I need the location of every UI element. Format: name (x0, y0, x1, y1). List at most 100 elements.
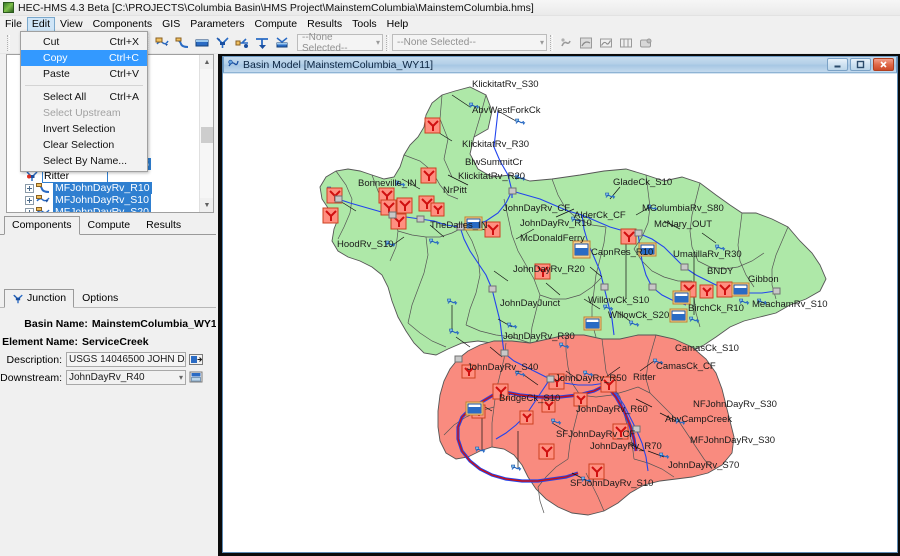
map-label: KlickitatRv_R30 (462, 139, 529, 150)
map-label: CamasCk_S10 (675, 343, 739, 354)
tab-components[interactable]: Components (4, 216, 80, 235)
minimize-button[interactable] (827, 58, 848, 71)
map-label: McDonaldFerry (520, 233, 585, 244)
reach-icon-2 (36, 183, 50, 193)
map-label: BlwSummitCr (465, 157, 523, 168)
hec-hms-icon (3, 2, 14, 13)
menu-item-paste[interactable]: Paste Ctrl+V (21, 66, 147, 82)
maximize-button[interactable] (850, 58, 871, 71)
tree-item-mfjohndayrv-s10[interactable]: MFJohnDayRv_S10 (7, 194, 199, 206)
hec-hms-application-window: HEC-HMS 4.3 Beta [C:\PROJECTS\Columbia B… (0, 0, 900, 556)
menu-item-invert-selection[interactable]: Invert Selection (21, 121, 147, 137)
diversion-tool-icon[interactable] (233, 34, 251, 52)
scrollbar-thumb[interactable] (201, 127, 213, 143)
menu-edit[interactable]: Edit (26, 16, 56, 32)
basin-model-selector[interactable]: --None Selected-- ▾ (297, 32, 383, 54)
map-label: JohnDayRv_S40 (467, 362, 538, 373)
map-label: JohnDayRv_R70 (590, 441, 662, 452)
edit-menu-dropdown[interactable]: Cut Ctrl+X Copy Ctrl+C Paste Ctrl+V Sele… (20, 31, 148, 172)
map-label: McNary_OUT (654, 219, 712, 230)
chevron-down-icon-3: ▾ (178, 373, 183, 382)
reservoir-tool-icon[interactable] (193, 34, 211, 52)
junction-tool-icon[interactable] (213, 34, 231, 52)
map-label: WillowCk_S20 (608, 310, 669, 321)
basin-model-title: Basin Model [MainstemColumbia_WY11] (243, 58, 434, 71)
map-label: JohnDayRv_R20 (513, 264, 585, 275)
menu-file[interactable]: File (0, 17, 27, 32)
summary-table-icon[interactable] (597, 34, 615, 52)
map-label: GladeCk_S10 (613, 177, 672, 188)
tab-results[interactable]: Results (138, 216, 189, 234)
expander-icon-2[interactable] (25, 183, 34, 193)
close-button[interactable] (873, 58, 894, 71)
description-label: Description: (6, 353, 62, 366)
chevron-down-icon-2: ▾ (539, 38, 544, 47)
tab-compute[interactable]: Compute (80, 216, 139, 234)
menu-compute[interactable]: Compute (250, 17, 303, 32)
menu-item-cut-shortcut: Ctrl+X (109, 36, 139, 48)
sink-tool-icon[interactable] (273, 34, 291, 52)
tab-options[interactable]: Options (74, 289, 126, 307)
expander-icon-3[interactable] (25, 195, 34, 205)
map-label: JohnDayRv_R10 (520, 218, 592, 229)
explorer-tabs: Components Compute Results (0, 216, 222, 235)
reach-tool-icon[interactable] (173, 34, 191, 52)
basin-map-canvas[interactable]: KlickitatRv_S30 AbvWestForkCk KlickitatR… (223, 74, 897, 552)
description-input[interactable]: USGS 14046500 JOHN DAY RIVER (66, 352, 186, 367)
menu-item-select-all-label: Select All (43, 91, 87, 103)
description-row: Description: USGS 14046500 JOHN DAY RIVE… (0, 352, 222, 367)
menu-item-clear-selection[interactable]: Clear Selection (21, 137, 147, 153)
menu-item-select-all[interactable]: Select All Ctrl+A (21, 89, 147, 105)
toolbar-grip-4[interactable] (550, 34, 553, 51)
element-name-row: Element Name: ServiceCreek (0, 334, 222, 349)
downstream-goto-button[interactable] (189, 371, 203, 385)
menu-item-select-by-name[interactable]: Select By Name... (21, 153, 147, 169)
menu-components[interactable]: Components (88, 17, 158, 32)
basin-name-value: MainstemColumbia_WY11 (91, 317, 222, 330)
menu-item-clear-selection-label: Clear Selection (43, 139, 115, 151)
basin-model-window: Basin Model [MainstemColumbia_WY11] Klic… (222, 56, 898, 553)
tree-item-mfjohndayrv-s20[interactable]: MFJohnDayRv_S20 (7, 206, 199, 212)
map-label: Gibbon (748, 274, 779, 285)
map-label: JohnDayJunct (500, 298, 561, 309)
map-label: SFJohnDayRv_CF (556, 429, 635, 440)
menu-item-copy[interactable]: Copy Ctrl+C (21, 50, 147, 66)
mdi-desktop: Basin Model [MainstemColumbia_WY11] Klic… (219, 54, 900, 556)
tree-vertical-scrollbar[interactable]: ▲ ▼ (199, 55, 213, 212)
menu-parameters[interactable]: Parameters (185, 17, 249, 32)
downstream-label: Downstream: (0, 371, 62, 384)
map-label: JohnDayRv_CF (503, 203, 570, 214)
toolbar-grip-3[interactable] (386, 34, 389, 51)
met-model-selector[interactable]: --None Selected-- ▾ (392, 34, 547, 51)
scroll-down-icon[interactable]: ▼ (200, 198, 213, 212)
menu-item-select-upstream: Select Upstream (21, 105, 147, 121)
toolbar-grip[interactable] (7, 34, 10, 51)
source-tool-icon[interactable] (253, 34, 271, 52)
tree-item-mfjohndayrv-r10[interactable]: MFJohnDayRv_R10 (7, 182, 199, 194)
subbasin-icon (36, 195, 50, 203)
menu-help[interactable]: Help (382, 17, 414, 32)
menu-results[interactable]: Results (302, 17, 347, 32)
scroll-up-icon[interactable]: ▲ (200, 55, 213, 69)
map-label: WillowCk_S10 (588, 295, 649, 306)
menu-item-invert-selection-label: Invert Selection (43, 123, 116, 135)
met-model-selector-value: --None Selected-- (397, 37, 476, 48)
map-label: CapnRes_R10 (591, 247, 653, 258)
tree-item-label-4: MFJohnDayRv_S20 (53, 206, 151, 212)
junction-icon (13, 294, 23, 303)
compute-run-icon[interactable] (557, 34, 575, 52)
menu-tools[interactable]: Tools (347, 17, 382, 32)
expander-icon-4[interactable] (25, 207, 34, 212)
downstream-select[interactable]: JohnDayRv_R40 ▾ (66, 370, 186, 385)
description-editor-button[interactable] (189, 353, 203, 367)
tab-junction[interactable]: Junction (4, 289, 75, 308)
time-series-table-icon[interactable] (617, 34, 635, 52)
menu-gis[interactable]: GIS (157, 17, 185, 32)
menu-view[interactable]: View (55, 17, 88, 32)
subbasin-tool-icon[interactable] (153, 34, 171, 52)
tab-junction-label: Junction (27, 292, 67, 304)
global-summary-icon[interactable] (637, 34, 655, 52)
menu-item-cut[interactable]: Cut Ctrl+X (21, 34, 147, 50)
graph-icon[interactable] (577, 34, 595, 52)
map-label: KlickitatRv_R20 (458, 171, 525, 182)
